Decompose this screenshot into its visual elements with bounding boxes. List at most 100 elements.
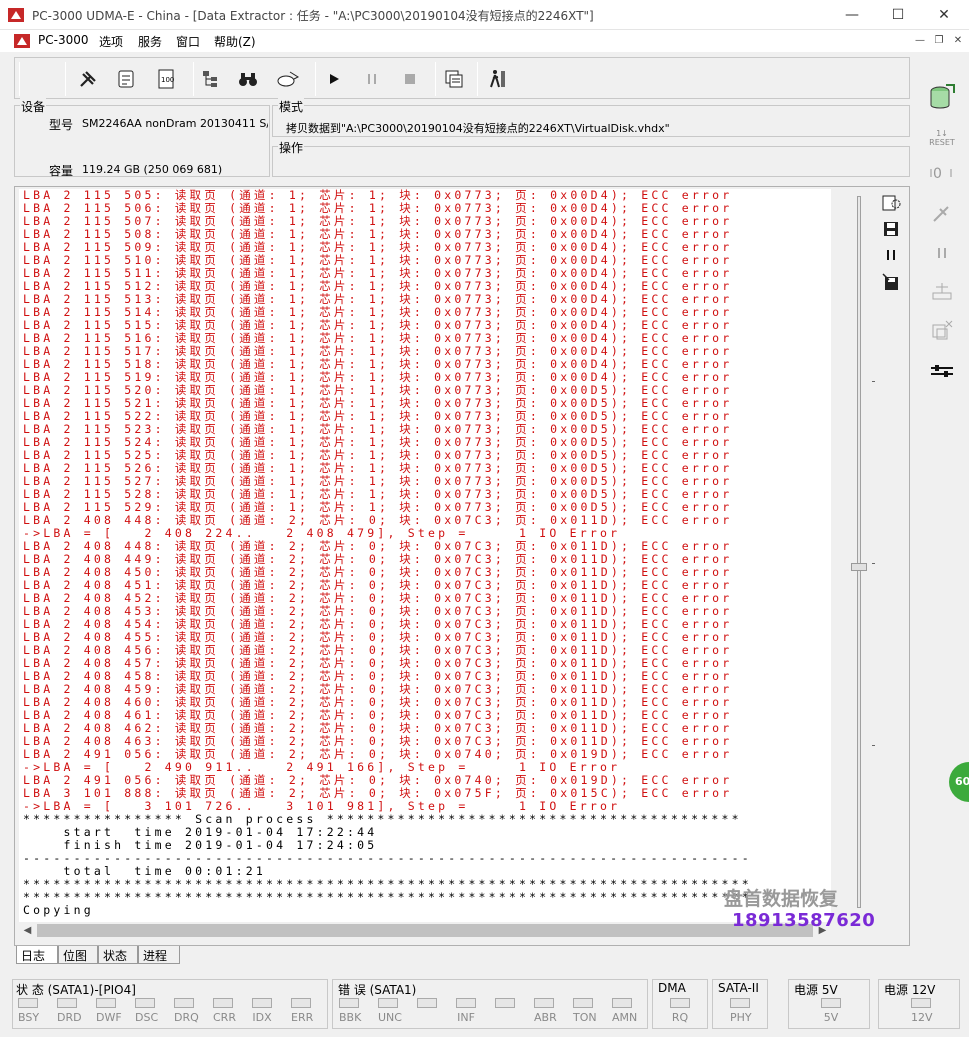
stop-icon[interactable] [397, 66, 423, 92]
scroll-thumb[interactable] [37, 924, 813, 937]
status-led-state-6: IDX [252, 998, 272, 1024]
status-led-error-3: INF [456, 998, 476, 1024]
status-led-label: 12V [911, 1011, 933, 1024]
status-sata-title: SATA-II [718, 981, 759, 995]
status-led [252, 998, 272, 1008]
status-led-error-1: UNC [378, 998, 402, 1024]
scroll-left-icon[interactable]: ◀ [19, 922, 36, 939]
status-led-label: RQ [671, 1011, 689, 1024]
status-led [612, 998, 632, 1008]
close-icon[interactable]: ✕ [921, 0, 967, 30]
settings-slider-icon[interactable] [928, 358, 956, 384]
status-led [534, 998, 554, 1008]
copy-cancel-icon[interactable] [928, 318, 956, 344]
network-icon[interactable] [928, 278, 956, 304]
mode-caption: 模式 [278, 98, 305, 115]
watermark-phone: 18913587620 [732, 910, 876, 931]
status-led-label: ERR [291, 1011, 314, 1024]
status-led-state-1: DRD [57, 998, 82, 1024]
mdi-restore-icon[interactable]: ❐ [932, 34, 946, 48]
status-led [135, 998, 155, 1008]
status-led [495, 998, 515, 1008]
menu-pc3000[interactable]: PC-3000 [38, 33, 88, 47]
log-pause-icon[interactable] [880, 245, 902, 265]
scroll-icon[interactable] [113, 66, 139, 92]
menu-bar: PC-3000 选项 服务 窗口 帮助(Z) — ❐ ✕ [0, 30, 969, 52]
mdi-minimize-icon[interactable]: — [913, 34, 927, 48]
reset-icon[interactable]: 1↓ RESET [928, 124, 956, 152]
log-settings-icon[interactable] [880, 193, 902, 213]
percent-doc-icon[interactable]: 100 [153, 66, 179, 92]
tab-process[interactable]: 进程 [138, 946, 180, 964]
power-cycle-icon[interactable]: 0 [928, 160, 956, 186]
database-icon[interactable] [928, 82, 956, 114]
status-led-label: 5V [823, 1011, 839, 1024]
svg-text:0: 0 [933, 166, 942, 182]
status-led-label: CRR [213, 1011, 236, 1024]
status-led-state-4: DRQ [174, 998, 199, 1024]
status-led-state-7: ERR [291, 998, 314, 1024]
play-icon[interactable] [321, 66, 347, 92]
log-save-icon[interactable] [880, 219, 902, 239]
status-state-title: 状 态 (SATA1)-[PIO4] [16, 983, 136, 997]
status-led-power12-0: 12V [911, 998, 933, 1024]
status-led-error-6: TON [573, 998, 597, 1024]
status-led-label: INF [457, 1011, 475, 1024]
status-led [417, 998, 437, 1008]
status-led-sata-0: PHY [730, 998, 752, 1024]
slider-handle[interactable] [851, 563, 867, 571]
log-vertical-slider[interactable] [851, 196, 867, 908]
status-power5-title: 电源 5V [794, 983, 838, 997]
status-led [573, 998, 593, 1008]
pause-icon[interactable] [359, 66, 385, 92]
window-title: PC-3000 UDMA-E - China - [Data Extractor… [32, 9, 594, 23]
status-led-state-5: CRR [213, 998, 236, 1024]
log-output[interactable]: LBA 2 115 505: 读取页 (通道: 1; 芯片: 1; 块: 0x0… [19, 189, 831, 922]
main-toolbar: 100 [14, 57, 910, 99]
tab-bitmap[interactable]: 位图 [58, 946, 98, 964]
status-led-label: DRQ [174, 1011, 199, 1024]
mdi-close-icon[interactable]: ✕ [951, 34, 965, 48]
status-led [456, 998, 476, 1008]
menu-help[interactable]: 帮助(Z) [214, 33, 256, 50]
menu-window[interactable]: 窗口 [176, 33, 200, 50]
minimize-icon[interactable]: — [829, 0, 875, 30]
tools-icon[interactable] [75, 66, 101, 92]
menu-options[interactable]: 选项 [99, 33, 123, 50]
status-led-error-0: BBK [339, 998, 361, 1024]
floating-badge[interactable]: 60 [949, 762, 969, 802]
status-dma-title: DMA [658, 981, 686, 995]
horizontal-scrollbar[interactable]: ◀ ▶ [19, 922, 831, 939]
run-exit-icon[interactable] [485, 66, 511, 92]
app-logo-icon [8, 8, 24, 22]
title-bar: PC-3000 UDMA-E - China - [Data Extractor… [0, 0, 969, 30]
tree-icon[interactable] [197, 66, 223, 92]
status-led-label: BSY [18, 1011, 40, 1024]
capacity-label: 容量 [49, 164, 74, 178]
rtb-pause-icon[interactable] [928, 240, 956, 266]
status-led [291, 998, 311, 1008]
mode-value: 拷贝数据到"A:\PC3000\20190104没有短接点的2246XT\Vir… [286, 122, 670, 135]
log-line: ****************************************… [23, 890, 752, 904]
tab-log[interactable]: 日志 [16, 946, 58, 964]
reset-label: RESET [929, 138, 955, 147]
status-led-label: PHY [730, 1011, 752, 1024]
status-led-label: DRD [57, 1011, 82, 1024]
drive-icon[interactable] [275, 66, 301, 92]
tab-status[interactable]: 状态 [98, 946, 138, 964]
status-led [911, 998, 931, 1008]
operation-panel [272, 146, 910, 177]
menu-logo-icon [14, 34, 30, 48]
svg-text:100: 100 [161, 76, 174, 84]
copy-icon[interactable] [441, 66, 467, 92]
menu-service[interactable]: 服务 [138, 33, 162, 50]
status-led-label: ABR [534, 1011, 557, 1024]
binoculars-icon[interactable] [235, 66, 261, 92]
watermark-text: 盘首数据恢复 [724, 888, 839, 910]
status-led-label: TON [573, 1011, 597, 1024]
status-led [339, 998, 359, 1008]
maximize-icon[interactable]: ☐ [875, 0, 921, 30]
connect-icon[interactable] [928, 200, 956, 226]
status-led-dma-0: RQ [670, 998, 690, 1024]
log-export-icon[interactable] [880, 272, 902, 292]
